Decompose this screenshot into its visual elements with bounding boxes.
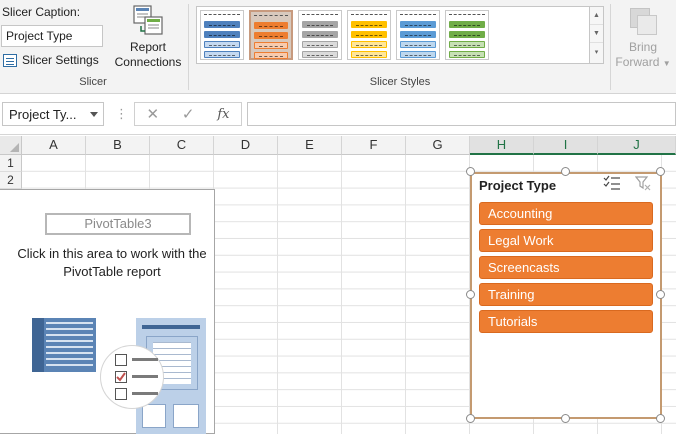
- resize-handle[interactable]: [656, 290, 665, 299]
- report-connections-label-1: Report: [129, 40, 167, 54]
- column-header-a[interactable]: A: [22, 136, 86, 155]
- resize-handle[interactable]: [466, 290, 475, 299]
- gallery-down-arrow-icon[interactable]: ▼: [590, 25, 603, 43]
- row-header-1[interactable]: 1: [0, 155, 22, 172]
- slicer-style-light-blue[interactable]: [200, 10, 244, 60]
- insert-function-icon[interactable]: fx: [217, 107, 229, 122]
- cancel-icon[interactable]: ✕: [146, 105, 159, 123]
- column-header-d[interactable]: D: [214, 136, 278, 155]
- name-box-value: Project Ty...: [9, 107, 77, 122]
- bring-forward-label-2: Forward ▼: [615, 55, 671, 69]
- ribbon: Slicer Caption: Project Type Slicer Sett…: [0, 0, 676, 94]
- pivottable-placeholder[interactable]: PivotTable3 Click in this area to work w…: [0, 189, 215, 434]
- clear-filter-icon[interactable]: [635, 175, 651, 191]
- pivottable-message: Click in this area to work with the Pivo…: [17, 246, 207, 279]
- bring-forward-button[interactable]: Bring Forward ▼: [614, 4, 672, 74]
- slicer-style-light-gold[interactable]: [347, 10, 391, 60]
- report-connections-label-2: Connections: [114, 55, 182, 69]
- resize-handle[interactable]: [656, 167, 665, 176]
- slicer-styles-group-label: Slicer Styles: [369, 76, 431, 88]
- slicer-styles-gallery[interactable]: ▲ ▼ ▾: [196, 6, 604, 64]
- slicer-item[interactable]: Accounting: [479, 202, 653, 225]
- resize-handle[interactable]: [466, 167, 475, 176]
- dropdown-arrow-icon: ▼: [662, 59, 671, 68]
- slicer-settings-icon: [3, 53, 17, 67]
- resize-handle[interactable]: [561, 414, 570, 423]
- project-type-slicer[interactable]: Project Type Accounting Legal Work Screenc…: [470, 172, 662, 419]
- name-box[interactable]: Project Ty...: [2, 102, 104, 126]
- formula-input[interactable]: [247, 102, 676, 126]
- column-header-c[interactable]: C: [150, 136, 214, 155]
- checklist-illustration-icon: [100, 345, 164, 409]
- formula-bar-buttons: ✕ ✓ fx: [134, 102, 242, 126]
- slicer-caption-label: Slicer Caption:: [2, 5, 81, 19]
- formula-bar: Project Ty... ⋮ ✕ ✓ fx: [0, 95, 676, 135]
- slicer-item[interactable]: Tutorials: [479, 310, 653, 333]
- column-header-i[interactable]: I: [534, 136, 598, 155]
- slicer-settings-label: Slicer Settings: [22, 53, 99, 67]
- slicer-group-label: Slicer: [79, 76, 107, 88]
- column-header-e[interactable]: E: [278, 136, 342, 155]
- select-all-corner[interactable]: [0, 136, 22, 155]
- gallery-scrollbar[interactable]: ▲ ▼ ▾: [589, 7, 603, 63]
- group-separator: [188, 4, 189, 90]
- group-separator: [610, 4, 611, 90]
- resize-handle[interactable]: [466, 414, 475, 423]
- report-connections-icon: [132, 4, 164, 36]
- formula-bar-grip-icon: ⋮: [115, 106, 128, 121]
- bring-forward-label-1: Bring: [628, 40, 657, 54]
- pivot-table-illustration-icon: [32, 318, 96, 372]
- pivottable-name: PivotTable3: [45, 213, 191, 235]
- column-header-f[interactable]: F: [342, 136, 406, 155]
- row-header-2[interactable]: 2: [0, 171, 22, 189]
- column-header-j[interactable]: J: [598, 136, 676, 155]
- bring-forward-icon: [630, 8, 657, 35]
- gallery-up-arrow-icon[interactable]: ▲: [590, 7, 603, 25]
- slicer-caption-input[interactable]: Project Type: [1, 25, 103, 47]
- slicer-style-light-gray[interactable]: [298, 10, 342, 60]
- slicer-style-light-blue-2[interactable]: [396, 10, 440, 60]
- name-box-dropdown-icon[interactable]: [90, 112, 98, 117]
- slicer-item[interactable]: Training: [479, 283, 653, 306]
- gallery-more-icon[interactable]: ▾: [590, 43, 603, 61]
- resize-handle[interactable]: [656, 414, 665, 423]
- column-header-h[interactable]: H: [470, 136, 534, 155]
- resize-handle[interactable]: [561, 167, 570, 176]
- enter-icon[interactable]: ✓: [182, 105, 195, 123]
- report-connections-button[interactable]: Report Connections: [113, 4, 183, 74]
- slicer-item[interactable]: Screencasts: [479, 256, 653, 279]
- slicer-title: Project Type: [479, 178, 557, 193]
- column-header-g[interactable]: G: [406, 136, 470, 155]
- slicer-style-light-orange[interactable]: [249, 10, 293, 60]
- slicer-style-light-green[interactable]: [445, 10, 489, 60]
- column-header-b[interactable]: B: [86, 136, 150, 155]
- slicer-item[interactable]: Legal Work: [479, 229, 653, 252]
- slicer-settings-button[interactable]: Slicer Settings: [3, 51, 99, 69]
- multi-select-icon[interactable]: [603, 175, 621, 191]
